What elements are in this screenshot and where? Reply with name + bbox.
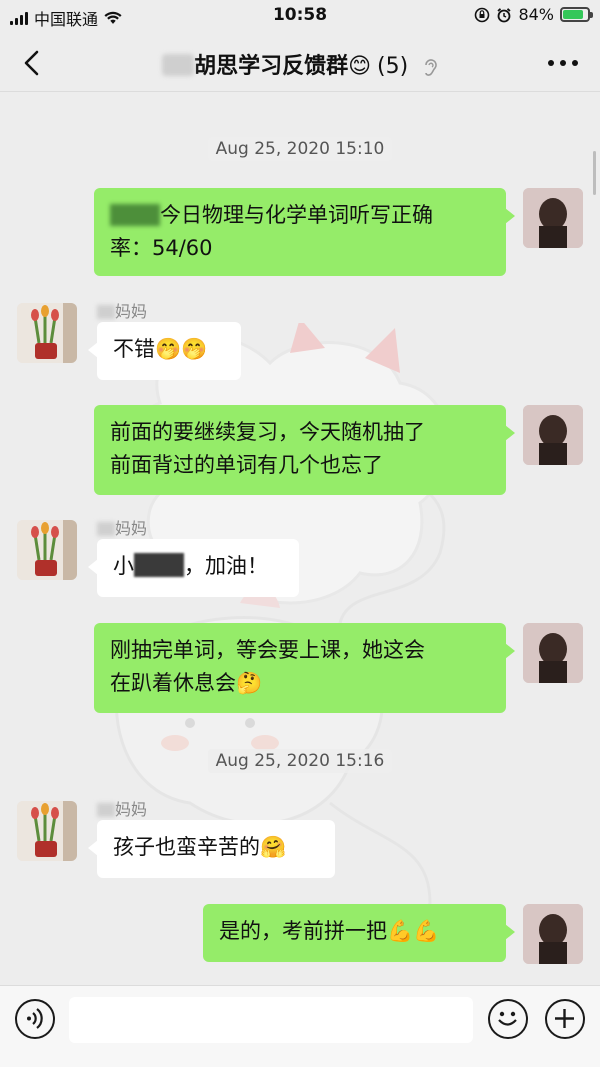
plus-icon[interactable] <box>545 999 585 1039</box>
redacted-block <box>97 305 115 319</box>
avatar[interactable] <box>17 801 77 861</box>
battery-icon <box>560 7 593 22</box>
message-bubble[interactable]: 小，加油！ <box>88 539 299 597</box>
member-count: (5) <box>377 54 409 79</box>
muted-ear-icon <box>425 59 437 76</box>
message-bubble[interactable]: 是的，考前拼一把💪💪 <box>203 904 515 962</box>
voice-icon[interactable] <box>15 999 55 1039</box>
message-bubble[interactable]: 今日物理与化学单词听写正确 率：54/60 <box>94 188 515 276</box>
battery-percent: 84% <box>518 5 554 24</box>
redacted-block <box>162 54 195 76</box>
group-name: 胡思学习反馈群😊 <box>194 54 372 79</box>
avatar[interactable] <box>523 405 583 465</box>
message-bubble[interactable]: 孩子也蛮辛苦的🤗 <box>88 820 335 878</box>
alarm-icon <box>497 7 512 22</box>
avatar[interactable] <box>523 904 583 964</box>
timestamp: Aug 25, 2020 15:10 <box>0 137 600 161</box>
avatar[interactable] <box>17 520 77 580</box>
redacted-block <box>97 522 115 536</box>
avatar[interactable] <box>523 623 583 683</box>
timestamp: Aug 25, 2020 15:16 <box>0 749 600 773</box>
message-bubble[interactable]: 不错🤭🤭 <box>88 322 241 380</box>
more-icon[interactable] <box>548 60 578 66</box>
status-bar: 中国联通 10:58 84% <box>0 0 600 34</box>
emoji-icon[interactable] <box>488 999 528 1039</box>
sender-name: 妈妈 <box>97 796 147 820</box>
avatar[interactable] <box>523 188 583 248</box>
chat-header: 胡思学习反馈群😊 (5) <box>0 34 600 92</box>
message-list[interactable]: Aug 25, 2020 15:10 今日物理与化学单词听写正确 率：54/60… <box>0 93 600 985</box>
sender-name: 妈妈 <box>97 515 147 539</box>
chat-title: 胡思学习反馈群😊 (5) <box>0 48 600 80</box>
message-input[interactable] <box>69 997 473 1043</box>
redacted-block <box>134 553 184 577</box>
message-bubble[interactable]: 刚抽完单词，等会要上课，她这会 在趴着休息会🤔 <box>94 623 515 713</box>
input-bar <box>0 985 600 1067</box>
orientation-lock-icon <box>475 7 490 22</box>
redacted-block <box>110 204 160 226</box>
sender-name: 妈妈 <box>97 298 147 322</box>
avatar[interactable] <box>17 303 77 363</box>
redacted-block <box>97 803 115 817</box>
message-bubble[interactable]: 前面的要继续复习，今天随机抽了 前面背过的单词有几个也忘了 <box>94 405 515 495</box>
